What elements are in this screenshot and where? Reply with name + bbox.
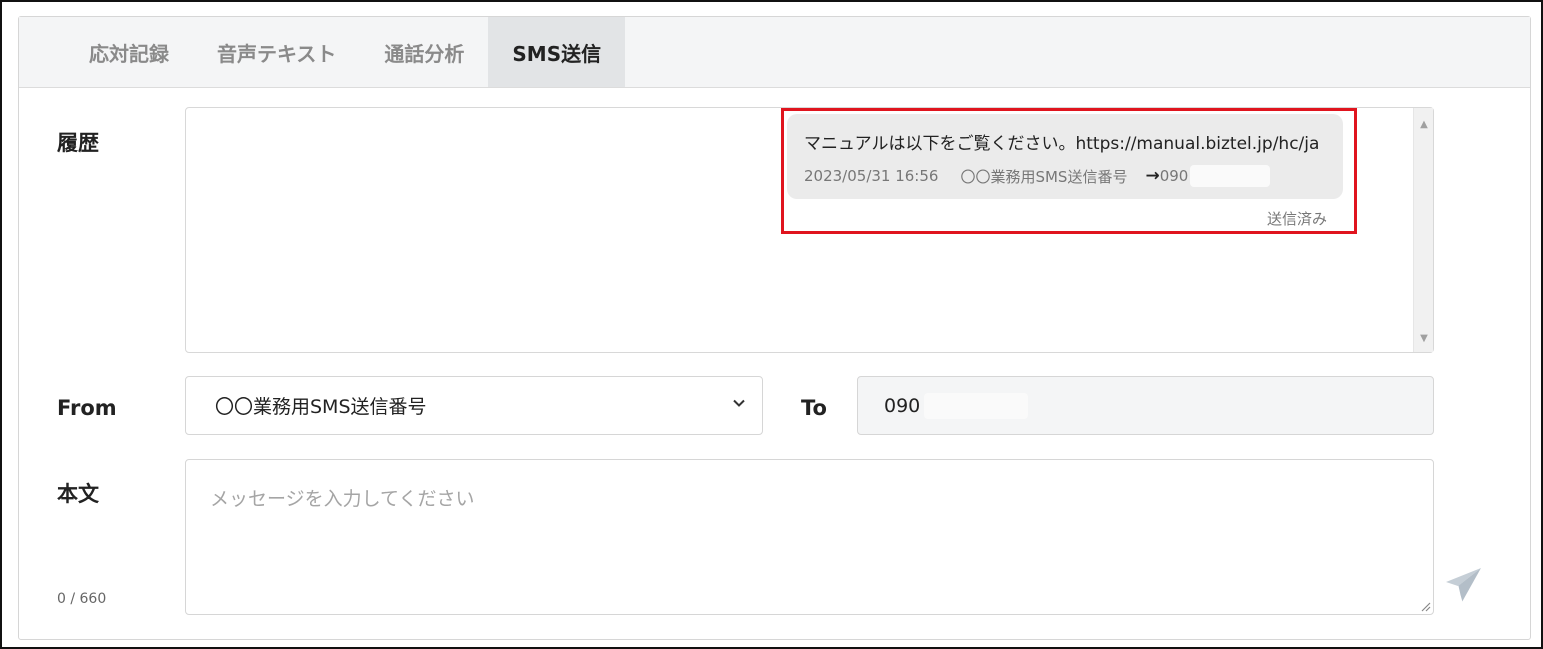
- to-field: 090: [857, 376, 1434, 435]
- tab-bar: 応対記録 音声テキスト 通話分析 SMS送信: [19, 17, 1530, 88]
- chevron-down-icon: [733, 399, 745, 407]
- resize-grip-icon[interactable]: [1419, 600, 1431, 612]
- from-label: From: [57, 396, 117, 420]
- message-body-placeholder: メッセージを入力してください: [210, 488, 475, 510]
- redacted-number: [924, 392, 1029, 419]
- to-label: To: [801, 396, 827, 420]
- history-scrollbar[interactable]: ▲ ▼: [1413, 108, 1433, 352]
- tab-sms-send[interactable]: SMS送信: [488, 17, 626, 87]
- scroll-down-icon[interactable]: ▼: [1414, 328, 1434, 348]
- screenshot-frame: 応対記録 音声テキスト 通話分析 SMS送信 履歴 ▲ ▼ マニュアルは以下をご…: [0, 0, 1543, 649]
- from-select[interactable]: 〇〇業務用SMS送信番号: [185, 376, 763, 435]
- tab-call-record[interactable]: 応対記録: [65, 17, 193, 87]
- char-counter: 0 / 660: [57, 591, 107, 607]
- highlight-box: [781, 108, 1357, 234]
- message-body-input[interactable]: メッセージを入力してください: [185, 459, 1434, 615]
- tab-voice-text[interactable]: 音声テキスト: [193, 17, 360, 87]
- scroll-up-icon[interactable]: ▲: [1414, 114, 1434, 134]
- history-label: 履歴: [57, 131, 99, 155]
- to-value: 090: [884, 394, 921, 417]
- body-label: 本文: [57, 482, 99, 506]
- from-selected-value: 〇〇業務用SMS送信番号: [215, 396, 427, 418]
- sms-panel: 応対記録 音声テキスト 通話分析 SMS送信 履歴 ▲ ▼ マニュアルは以下をご…: [18, 16, 1531, 640]
- send-icon[interactable]: [1443, 565, 1483, 605]
- tab-call-analysis[interactable]: 通話分析: [360, 17, 488, 87]
